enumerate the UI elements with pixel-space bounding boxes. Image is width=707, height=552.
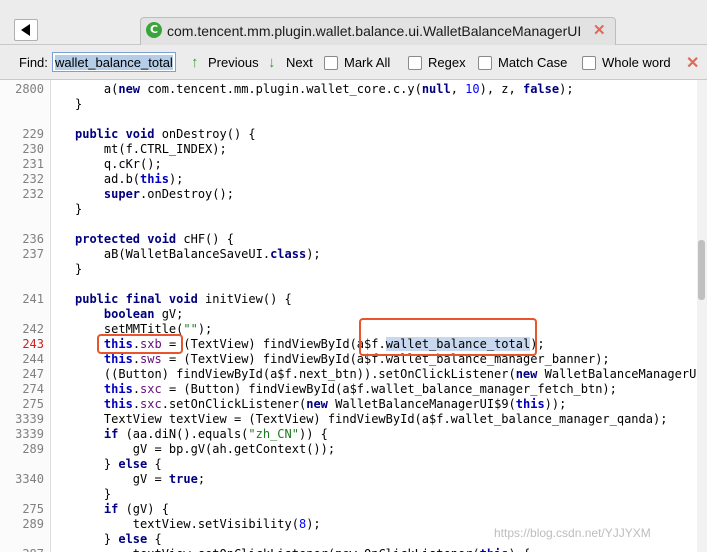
- mark-all-label: Mark All: [344, 55, 391, 70]
- line-number: 231: [22, 157, 44, 171]
- line-number: 275: [22, 502, 44, 516]
- find-input[interactable]: wallet_balance_total: [52, 52, 176, 72]
- line-number: 232: [22, 172, 44, 186]
- previous-button[interactable]: Previous: [208, 55, 259, 70]
- code-line[interactable]: if (gV) {: [75, 502, 169, 517]
- line-number: 237: [22, 247, 44, 261]
- match-case-checkbox[interactable]: [478, 56, 492, 70]
- line-number: 3339: [15, 412, 44, 426]
- line-number: 242: [22, 322, 44, 336]
- vertical-scrollbar[interactable]: [697, 80, 707, 552]
- code-line[interactable]: boolean gV;: [75, 307, 183, 322]
- code-line[interactable]: q.cKr();: [75, 157, 162, 172]
- code-line[interactable]: gV = bp.gV(ah.getContext());: [75, 442, 335, 457]
- find-label: Find:: [19, 55, 48, 70]
- code-line[interactable]: protected void cHF() {: [75, 232, 234, 247]
- line-number: 289: [22, 442, 44, 456]
- code-line[interactable]: textView.setOnClickListener(new OnClickL…: [75, 547, 530, 552]
- whole-word-checkbox[interactable]: [582, 56, 596, 70]
- tab-title: com.tencent.mm.plugin.wallet.balance.ui.…: [167, 23, 582, 39]
- scrollbar-thumb[interactable]: [698, 240, 705, 300]
- arrow-down-icon[interactable]: ↓: [268, 54, 276, 71]
- mark-all-checkbox[interactable]: [324, 56, 338, 70]
- tab-close-icon[interactable]: ✕: [593, 21, 606, 39]
- line-number: 247: [22, 367, 44, 381]
- code-line[interactable]: public final void initView() {: [75, 292, 292, 307]
- line-number: 287: [0, 547, 44, 552]
- code-line[interactable]: a(new com.tencent.mm.plugin.wallet_core.…: [75, 82, 574, 97]
- line-number: 275: [22, 397, 44, 411]
- code-line[interactable]: }: [75, 487, 111, 502]
- code-editor[interactable]: 2800 a(new com.tencent.mm.plugin.wallet_…: [0, 80, 697, 552]
- line-number: 232: [22, 187, 44, 201]
- highlight-box-field: [97, 334, 183, 354]
- line-number: 230: [22, 142, 44, 156]
- code-line[interactable]: }: [75, 262, 82, 277]
- line-number: 2800: [15, 82, 44, 96]
- close-find-icon[interactable]: ✕: [686, 53, 699, 73]
- line-number: 244: [22, 352, 44, 366]
- line-number: 243: [22, 337, 44, 351]
- code-line[interactable]: } else {: [75, 457, 162, 472]
- code-line[interactable]: TextView textView = (TextView) findViewB…: [75, 412, 668, 427]
- line-number: 274: [22, 382, 44, 396]
- regex-label: Regex: [428, 55, 466, 70]
- code-line[interactable]: if (aa.diN().equals("zh_CN")) {: [75, 427, 328, 442]
- line-number: 3339: [15, 427, 44, 441]
- class-icon: C: [146, 22, 162, 38]
- code-line[interactable]: gV = true;: [75, 472, 205, 487]
- code-line[interactable]: } else {: [75, 532, 162, 547]
- whole-word-label: Whole word: [602, 55, 671, 70]
- find-input-value: wallet_balance_total: [55, 55, 173, 70]
- watermark: https://blog.csdn.net/YJJYXM: [494, 526, 651, 540]
- code-line[interactable]: public void onDestroy() {: [75, 127, 256, 142]
- line-number: 289: [22, 517, 44, 531]
- code-line[interactable]: aB(WalletBalanceSaveUI.class);: [75, 247, 321, 262]
- code-line[interactable]: }: [75, 97, 82, 112]
- regex-checkbox[interactable]: [408, 56, 422, 70]
- line-number: 236: [22, 232, 44, 246]
- match-case-label: Match Case: [498, 55, 568, 70]
- code-line[interactable]: this.sxc = (Button) findViewById(a$f.wal…: [75, 382, 617, 397]
- back-button[interactable]: [14, 19, 38, 41]
- line-number: 229: [22, 127, 44, 141]
- code-line[interactable]: this.sxc.setOnClickListener(new WalletBa…: [75, 397, 566, 412]
- code-line[interactable]: textView.setVisibility(8);: [75, 517, 321, 532]
- next-button[interactable]: Next: [286, 55, 313, 70]
- editor-tab[interactable]: C com.tencent.mm.plugin.wallet.balance.u…: [140, 17, 616, 45]
- line-number: 241: [22, 292, 44, 306]
- code-line[interactable]: mt(f.CTRL_INDEX);: [75, 142, 227, 157]
- code-line[interactable]: super.onDestroy();: [75, 187, 234, 202]
- code-line[interactable]: ((Button) findViewById(a$f.next_btn)).se…: [75, 367, 697, 382]
- highlight-box-resource: [359, 318, 537, 356]
- arrow-up-icon[interactable]: ↑: [191, 54, 199, 71]
- code-line[interactable]: ad.b(this);: [75, 172, 184, 187]
- find-bar: Find: wallet_balance_total ↑ Previous ↓ …: [0, 45, 707, 80]
- code-line[interactable]: }: [75, 202, 82, 217]
- line-number: 3340: [15, 472, 44, 486]
- tab-bar: C com.tencent.mm.plugin.wallet.balance.u…: [0, 0, 707, 45]
